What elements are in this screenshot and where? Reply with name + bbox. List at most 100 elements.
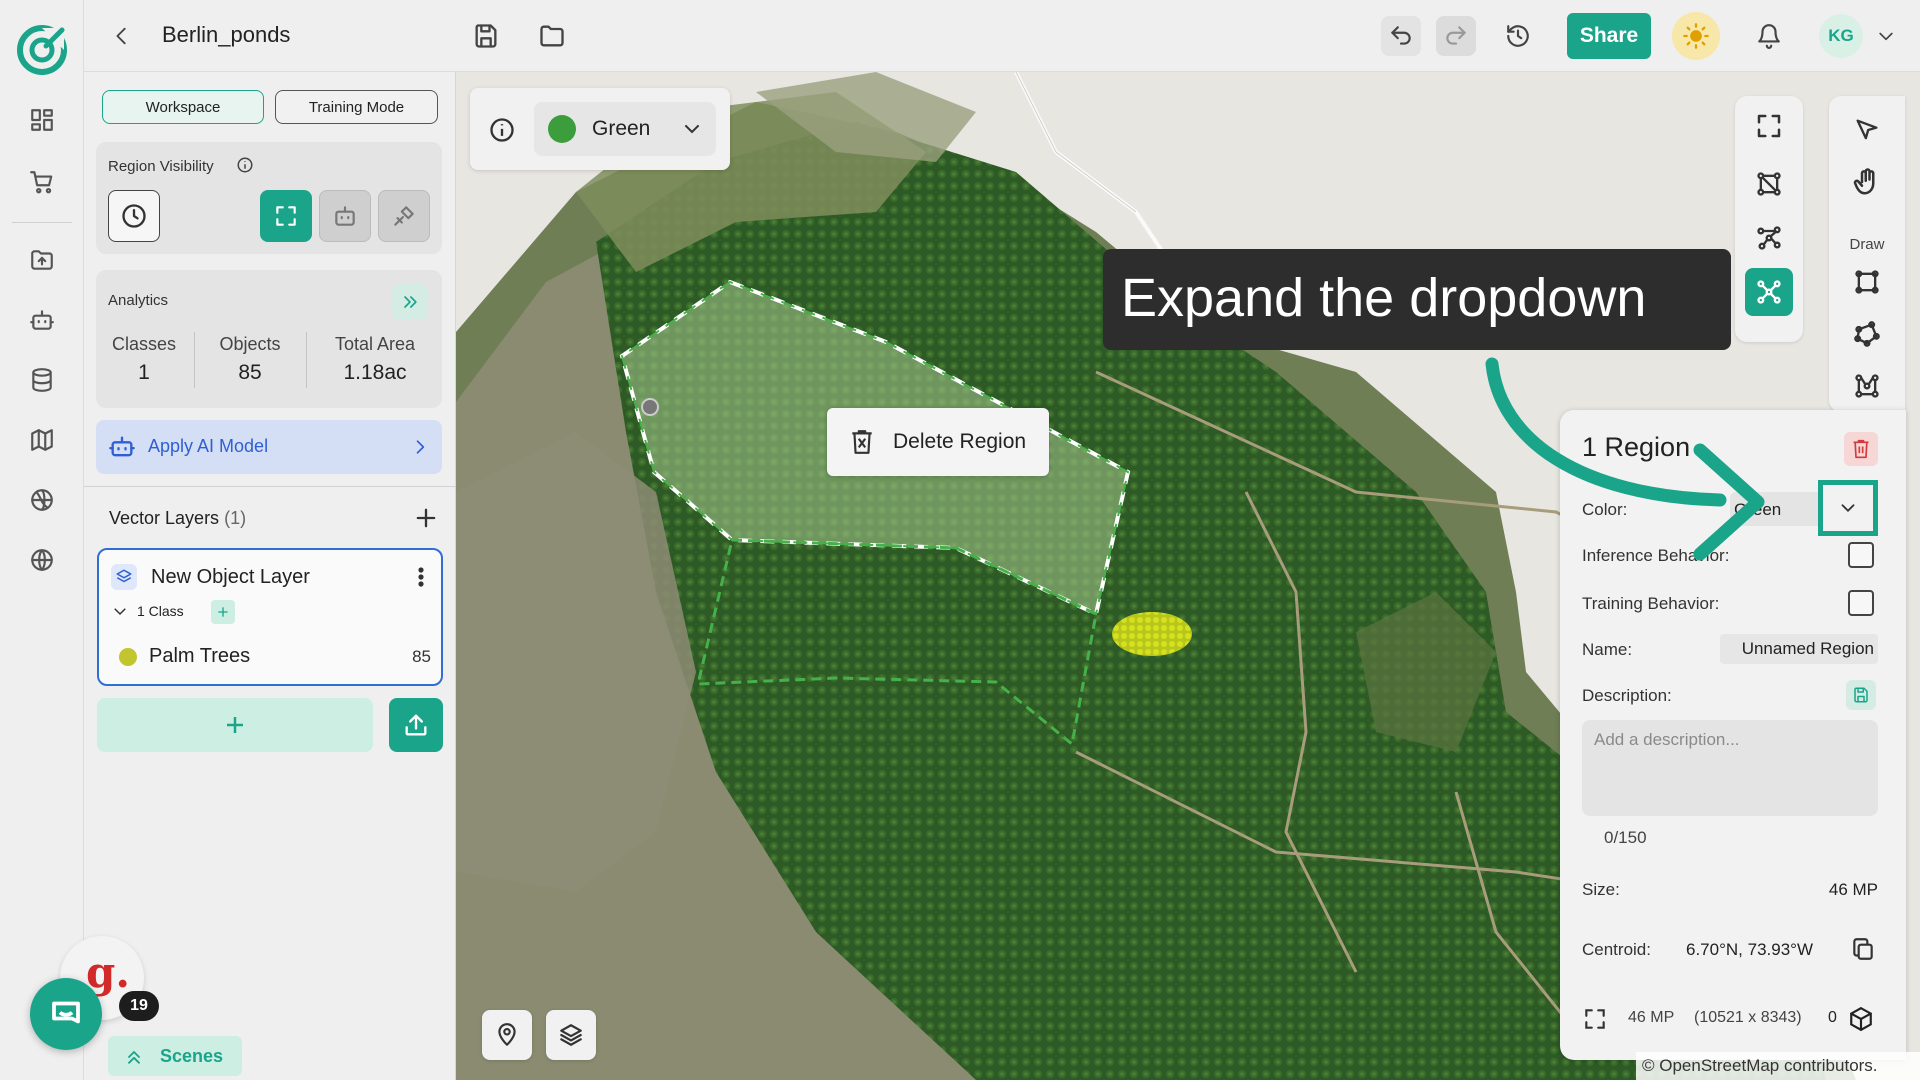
nodes-path-icon <box>1757 226 1781 250</box>
color-label: Color: <box>1582 500 1628 519</box>
map-layers-button[interactable] <box>546 1010 596 1060</box>
nodes-network-icon <box>1757 280 1781 304</box>
class-object-count: 85 <box>412 647 431 666</box>
globe-icon[interactable] <box>22 540 62 580</box>
region-panel-title: 1 Region <box>1582 432 1691 462</box>
chat-icon <box>52 1001 80 1024</box>
class-row[interactable]: Palm Trees 85 <box>111 642 431 670</box>
description-label: Description: <box>1582 686 1672 705</box>
class-count: 1 Class <box>137 603 184 619</box>
nodes-square-icon <box>1757 172 1781 196</box>
database-icon[interactable] <box>22 360 62 400</box>
map-icon[interactable] <box>22 420 62 460</box>
info-icon[interactable] <box>488 116 516 144</box>
inference-behavior-label: Inference Behavior: <box>1582 546 1730 565</box>
chevron-down-icon[interactable] <box>1872 22 1900 50</box>
kebab-menu-icon[interactable] <box>411 564 431 590</box>
select-region-tool[interactable] <box>1745 268 1793 316</box>
region-name-field[interactable]: Unnamed Region <box>1720 634 1878 664</box>
expand-visibility-button[interactable] <box>260 190 312 242</box>
user-avatar[interactable]: KG <box>1819 14 1863 58</box>
left-nav-rail <box>0 0 84 1080</box>
training-behavior-label: Training Behavior: <box>1582 594 1720 613</box>
polygon-nodes-tool[interactable] <box>1745 160 1793 208</box>
logo-icon[interactable] <box>16 24 68 76</box>
pointer-tool[interactable] <box>1843 106 1891 154</box>
chevron-down-icon[interactable] <box>111 602 129 620</box>
draw-freeform-tool[interactable] <box>1843 362 1891 410</box>
robot-visibility-button[interactable] <box>319 190 371 242</box>
globe-grid-icon[interactable] <box>22 480 62 520</box>
chevron-down-icon <box>680 117 704 141</box>
description-char-count: 0/150 <box>1604 828 1647 847</box>
workspace-tab[interactable]: Workspace <box>102 90 264 124</box>
bell-icon[interactable] <box>1749 16 1789 56</box>
fit-view-tool[interactable] <box>1745 102 1793 150</box>
back-button[interactable] <box>104 18 140 54</box>
apply-ai-model-button[interactable]: Apply AI Model <box>96 420 442 474</box>
class-color-dot <box>119 648 137 666</box>
history-icon[interactable] <box>1498 16 1538 56</box>
double-chevron-right-icon[interactable] <box>392 284 428 320</box>
centroid-label: Centroid: <box>1582 940 1651 959</box>
training-behavior-checkbox[interactable] <box>1848 590 1874 616</box>
undo-icon[interactable] <box>1381 16 1421 56</box>
location-pin-button[interactable] <box>482 1010 532 1060</box>
class-select-value: Green <box>592 117 651 140</box>
chat-button[interactable] <box>30 978 102 1050</box>
plus-icon <box>227 717 243 733</box>
edit-nodes-tool[interactable] <box>1745 214 1793 262</box>
inference-behavior-checkbox[interactable] <box>1848 542 1874 568</box>
project-title: Berlin_ponds <box>162 22 291 47</box>
save-icon[interactable] <box>466 16 506 56</box>
copy-icon[interactable] <box>1850 936 1878 964</box>
dashboard-icon[interactable] <box>22 100 62 140</box>
chevron-down-icon <box>1841 504 1855 513</box>
cursor-icon <box>1856 119 1878 140</box>
vector-layers-title: Vector Layers (1) <box>109 508 247 528</box>
stat-classes: Classes 1 <box>111 334 177 384</box>
region-visibility-label: Region Visibility <box>108 158 214 175</box>
share-button[interactable]: Share <box>1567 13 1651 59</box>
clock-visibility-button[interactable] <box>108 190 160 242</box>
color-dropdown-toggle[interactable] <box>1818 480 1878 536</box>
sun-icon[interactable] <box>1672 12 1720 60</box>
bounds-icon <box>1585 1009 1605 1029</box>
delete-region-icon-button[interactable] <box>1844 432 1878 466</box>
add-vector-layer-icon[interactable] <box>412 504 440 532</box>
tools-visibility-button[interactable] <box>378 190 430 242</box>
cart-icon[interactable] <box>22 162 62 202</box>
save-description-icon[interactable] <box>1846 680 1876 710</box>
size-label: Size: <box>1582 880 1620 899</box>
folder-icon[interactable] <box>532 16 572 56</box>
folder-upload-icon[interactable] <box>22 240 62 280</box>
description-input[interactable] <box>1582 720 1878 816</box>
centroid-value: 6.70°N, 73.93°W <box>1686 940 1813 959</box>
freeform-nodes-icon <box>1855 374 1879 398</box>
region-tools-toolbar <box>1735 96 1803 342</box>
cube-icon <box>1848 1006 1874 1032</box>
scenes-button[interactable]: Scenes <box>108 1036 242 1076</box>
draw-polygon-tool[interactable] <box>1843 310 1891 358</box>
hand-icon <box>1853 168 1875 195</box>
robot-icon[interactable] <box>22 300 62 340</box>
location-pin-icon <box>498 1023 516 1046</box>
class-select-dropdown[interactable]: Green <box>534 102 716 156</box>
info-icon[interactable] <box>236 156 254 174</box>
region-visibility-card: Region Visibility <box>96 142 442 254</box>
chevron-right-icon <box>410 437 430 457</box>
save-icon <box>1854 687 1868 703</box>
draw-rectangle-tool[interactable] <box>1843 258 1891 306</box>
region-footer: 46 MP (10521 x 8343) 0 <box>1582 1004 1882 1034</box>
class-name: Palm Trees <box>149 645 251 667</box>
layer-name: New Object Layer <box>151 566 310 588</box>
redo-icon[interactable] <box>1436 16 1476 56</box>
rail-divider <box>12 222 72 223</box>
vector-layer-card[interactable]: New Object Layer 1 Class Palm Trees 85 <box>97 548 443 686</box>
delete-region-button[interactable]: Delete Region <box>827 408 1049 476</box>
pan-tool[interactable] <box>1843 158 1891 206</box>
upload-button[interactable] <box>389 698 443 752</box>
add-layer-button[interactable] <box>97 698 373 752</box>
training-mode-tab[interactable]: Training Mode <box>275 90 438 124</box>
add-class-icon[interactable] <box>211 600 235 624</box>
